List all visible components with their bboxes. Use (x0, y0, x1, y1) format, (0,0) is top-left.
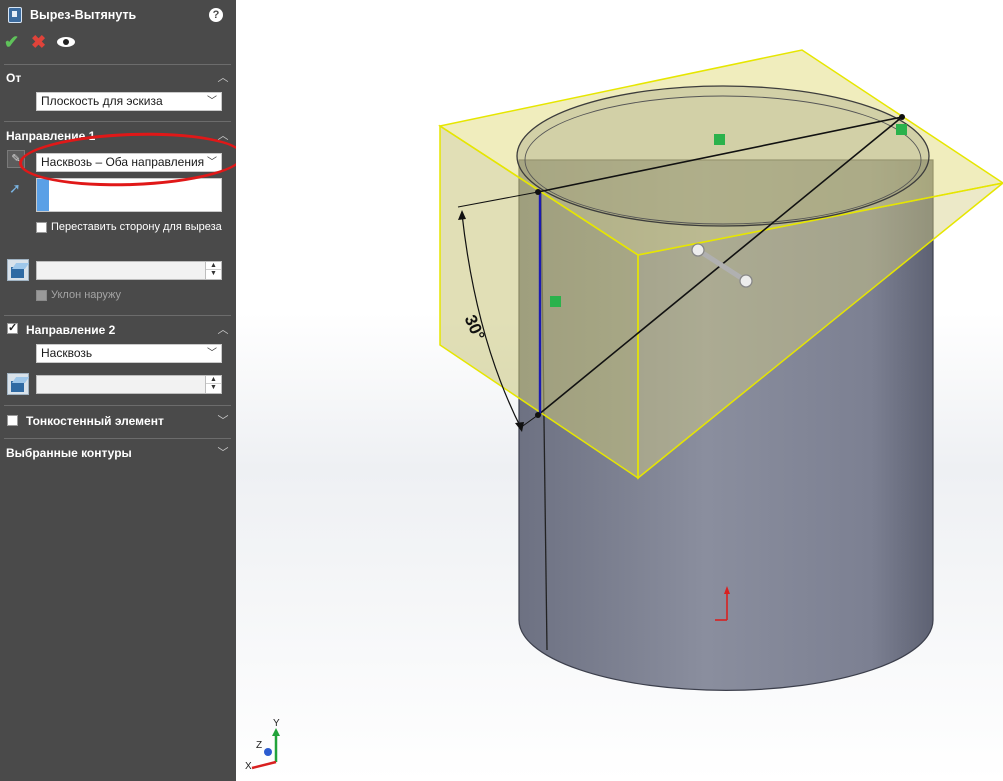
property-manager-panel: Вырез-Вытянуть ? ✔ ✖ От ︿ Плоскость для … (0, 0, 236, 781)
divider (4, 121, 231, 122)
triad-z-label: Z (256, 740, 263, 751)
divider (4, 405, 231, 406)
sketch-endpoint (535, 412, 541, 418)
eye-icon[interactable] (57, 37, 75, 47)
direction2-end-condition-value: Насквозь (41, 346, 93, 360)
chevron-down-icon[interactable]: ﹀ (216, 415, 230, 427)
draft-outward-label: Уклон наружу (51, 289, 122, 301)
direction2-draft-input[interactable]: ▲ ▼ (36, 375, 222, 394)
checkmark-icon[interactable]: ✔ (4, 32, 19, 52)
direction-handle-end (739, 274, 753, 288)
thin-feature-checkbox[interactable] (7, 415, 18, 426)
chevron-up-icon[interactable]: ︿ (216, 324, 230, 336)
direction2-end-condition-dropdown[interactable]: Насквозь ﹀ (36, 344, 222, 363)
triad-x-axis (251, 760, 277, 770)
panel-title: Вырез-Вытянуть (30, 8, 137, 22)
chevron-down-icon: ﹀ (207, 348, 217, 359)
triad-y-arrow (272, 728, 280, 736)
triad-x-label: X (245, 761, 252, 772)
section-thin-feature-header[interactable]: Тонкостенный элемент (26, 414, 164, 428)
triad-z-axis (264, 748, 272, 756)
panel-title-row: Вырез-Вытянуть ? (0, 0, 236, 30)
direction-vector-icon[interactable]: ➚ (9, 180, 21, 197)
chevron-down-icon[interactable]: ﹀ (216, 447, 230, 459)
section-direction2-header[interactable]: Направление 2 (26, 323, 115, 337)
chevron-down-icon: ﹀ (207, 96, 217, 107)
triad-y-label: Y (273, 718, 280, 729)
horizontal-relation-marker (714, 134, 725, 145)
help-icon[interactable]: ? (209, 8, 223, 22)
draft-icon[interactable] (7, 373, 29, 395)
coincident-relation-marker (896, 124, 907, 135)
divider (4, 438, 231, 439)
draft-icon[interactable] (7, 259, 29, 281)
direction2-checkbox[interactable] (7, 321, 18, 334)
cut-extrude-icon (8, 7, 22, 23)
flip-side-label: Переставить сторону для выреза (51, 221, 222, 233)
close-icon[interactable]: ✖ (31, 32, 46, 52)
direction-handle-start (691, 243, 705, 257)
divider (4, 315, 231, 316)
draft-angle-input[interactable]: ▲ ▼ (36, 261, 222, 280)
spinner-up-icon[interactable]: ▲ (206, 376, 221, 384)
from-dropdown-value: Плоскость для эскиза (41, 94, 163, 108)
model-scene (251, 49, 1003, 770)
section-from-header[interactable]: От (6, 71, 21, 85)
sketch-endpoint (899, 114, 905, 120)
divider (4, 64, 231, 65)
from-dropdown[interactable]: Плоскость для эскиза ﹀ (36, 92, 222, 111)
selection-highlight (37, 179, 49, 211)
chevron-up-icon[interactable]: ︿ (216, 72, 230, 84)
action-row: ✔ ✖ (0, 32, 236, 54)
spinner-up-icon[interactable]: ▲ (206, 262, 221, 270)
draft-outward-checkbox (36, 290, 47, 301)
sketch-endpoint (535, 189, 541, 195)
spinner-down-icon[interactable]: ▼ (206, 270, 221, 278)
flip-side-checkbox[interactable] (36, 222, 47, 233)
section-selected-contours-header[interactable]: Выбранные контуры (6, 446, 132, 460)
spinner-arrows[interactable]: ▲ ▼ (205, 262, 221, 279)
spinner-down-icon[interactable]: ▼ (206, 384, 221, 392)
cylinder-top-edge (516, 85, 930, 227)
vertical-relation-marker (550, 296, 561, 307)
spinner-arrows[interactable]: ▲ ▼ (205, 376, 221, 393)
